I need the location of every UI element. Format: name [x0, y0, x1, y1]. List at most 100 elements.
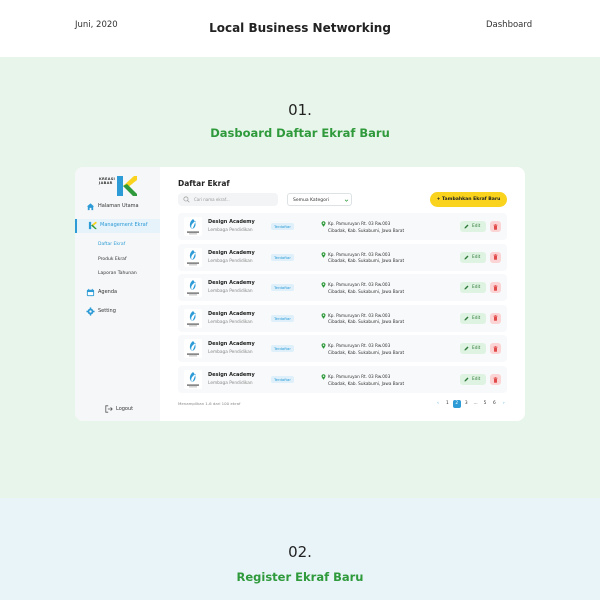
dashboard-card: KREASI JABAR Halaman Utama Management Ek…: [75, 167, 525, 421]
category-select[interactable]: Semua Kategori: [287, 193, 352, 206]
status-badge: Terdaftar: [271, 314, 294, 322]
address-line-1: Kp. Pamuruyan Rt. 03 Rw.003: [328, 251, 391, 257]
sidebar-item-label: Management Ekraf: [100, 222, 148, 228]
sidebar-item-agenda[interactable]: Agenda: [75, 286, 160, 300]
location-pin-icon: [321, 374, 326, 380]
address-line-1: Kp. Pamuruyan Rt. 03 Rw.003: [328, 282, 391, 288]
delete-button[interactable]: [490, 343, 501, 355]
table-row[interactable]: Design Academy Lembaga Pendidikan Terdafta…: [178, 335, 507, 363]
search-input[interactable]: Cari nama ekraf...: [178, 193, 278, 206]
ekraf-type: Lembaga Pendidikan: [208, 350, 253, 356]
trash-icon: [493, 346, 498, 352]
sidebar-item-label: Agenda: [98, 289, 118, 295]
sidebar-item-management-ekraf[interactable]: Management Ekraf: [75, 219, 160, 233]
pagination-page[interactable]: 2: [452, 400, 461, 408]
address-line-2: Cibadak, Kab. Sukabumi, Jawa Barat: [328, 380, 405, 386]
edit-button[interactable]: Edit: [460, 251, 486, 263]
location-pin-icon: [321, 221, 326, 227]
pagination-next[interactable]: ›: [500, 400, 508, 408]
logout-icon: [105, 405, 113, 413]
design-academy-logo: [184, 370, 202, 389]
section-2-title: Register Ekraf Baru: [236, 570, 364, 584]
main-content: Daftar Ekraf Cari nama ekraf... Semua Ka…: [160, 167, 525, 421]
delete-button[interactable]: [490, 282, 501, 294]
address-line-1: Kp. Pamuruyan Rt. 03 Rw.003: [328, 374, 391, 379]
calendar-icon: [86, 288, 95, 297]
sidebar-subitem-produk-ekraf[interactable]: Produk Ekraf: [98, 257, 127, 262]
trash-icon: [493, 254, 498, 260]
pencil-icon: [464, 224, 469, 229]
pagination-page[interactable]: 5: [481, 400, 489, 408]
table-row[interactable]: Design Academy Lembaga Pendidikan Terdafta…: [178, 274, 507, 302]
edit-label: Edit: [472, 224, 481, 229]
pagination-summary: Menampilkan 1-6 dari 100 ekraf: [178, 401, 241, 406]
dashboard-link[interactable]: Dashboard: [486, 20, 532, 30]
pencil-icon: [464, 255, 469, 260]
delete-button[interactable]: [490, 221, 501, 232]
kreasi-jabar-logo[interactable]: KREASI JABAR: [99, 175, 137, 197]
ekraf-type: Lembaga Pendidikan: [208, 381, 253, 386]
address-line-2: Cibadak, Kab. Sukabumi, Jawa Barat: [328, 319, 405, 325]
table-row[interactable]: Design Academy Lembaga Pendidikan Terdafta…: [178, 243, 507, 271]
status-badge: Terdaftar: [271, 376, 294, 383]
logo-text: KREASI JABAR: [99, 177, 116, 186]
pagination-page: ...: [473, 401, 478, 406]
add-ekraf-button[interactable]: + Tambahkan Ekraf Baru: [430, 192, 507, 207]
ekraf-type: Lembaga Pendidikan: [208, 228, 253, 233]
design-academy-logo: [184, 247, 202, 267]
ekraf-name: Design Academy: [208, 310, 255, 317]
trash-icon: [493, 223, 498, 230]
location-pin-icon: [321, 313, 326, 319]
status-badge: Terdaftar: [271, 345, 294, 353]
sidebar: KREASI JABAR Halaman Utama Management Ek…: [75, 167, 160, 421]
pagination-page[interactable]: 1: [443, 400, 451, 408]
edit-label: Edit: [472, 377, 481, 382]
location-pin-icon: [321, 282, 326, 288]
trash-icon: [493, 284, 498, 291]
home-icon: [86, 203, 95, 211]
edit-button[interactable]: Edit: [460, 221, 486, 232]
pagination-page[interactable]: 6: [490, 400, 498, 408]
sidebar-item-setting[interactable]: Setting: [75, 305, 160, 319]
status-badge: Terdaftar: [271, 253, 294, 261]
ekraf-name: Design Academy: [208, 219, 255, 225]
design-academy-logo: [184, 217, 202, 236]
location-pin-icon: [321, 343, 326, 350]
address-line-2: Cibadak, Kab. Sukabumi, Jawa Barat: [328, 227, 405, 233]
pagination-page[interactable]: 3: [462, 400, 470, 408]
edit-label: Edit: [472, 285, 481, 291]
address-line-2: Cibadak, Kab. Sukabumi, Jawa Barat: [328, 258, 405, 264]
logout-label: Logout: [116, 406, 134, 412]
sidebar-subitem-laporan-tahunan[interactable]: Laporan Tahunan: [98, 271, 137, 276]
page-title: Daftar Ekraf: [178, 179, 230, 188]
pencil-icon: [464, 285, 469, 290]
ekraf-name: Design Academy: [208, 280, 255, 287]
address-line-2: Cibadak, Kab. Sukabumi, Jawa Barat: [328, 288, 405, 294]
table-row[interactable]: Design Academy Lembaga Pendidikan Terdafta…: [178, 213, 507, 240]
table-row[interactable]: Design Academy Lembaga Pendidikan Terdafta…: [178, 366, 507, 393]
search-placeholder: Cari nama ekraf...: [194, 197, 230, 202]
edit-button[interactable]: Edit: [460, 343, 486, 355]
edit-button[interactable]: Edit: [460, 312, 486, 324]
address-line-2: Cibadak, Kab. Sukabumi, Jawa Barat: [328, 349, 405, 355]
pencil-icon: [464, 316, 469, 321]
design-academy-logo: [184, 339, 202, 359]
location-pin-icon: [321, 251, 326, 258]
edit-button[interactable]: Edit: [460, 374, 486, 385]
edit-label: Edit: [472, 315, 481, 321]
sidebar-subitem-daftar-ekraf[interactable]: Daftar Ekraf: [98, 242, 125, 247]
delete-button[interactable]: [490, 251, 501, 263]
top-header: Juni, 2020 Local Business Networking Das…: [0, 0, 600, 57]
table-row[interactable]: Design Academy Lembaga Pendidikan Terdafta…: [178, 304, 507, 332]
pencil-icon: [464, 377, 469, 382]
pagination-prev[interactable]: ‹: [434, 400, 442, 408]
edit-button[interactable]: Edit: [460, 282, 486, 294]
edit-label: Edit: [472, 346, 481, 352]
delete-button[interactable]: [490, 312, 501, 324]
trash-icon: [493, 315, 498, 322]
sidebar-item-halaman-utama[interactable]: Halaman Utama: [75, 200, 160, 214]
k-logo-icon: [88, 221, 97, 230]
section-2-number: 02.: [288, 543, 312, 561]
delete-button[interactable]: [490, 374, 501, 385]
address-line-1: Kp. Pamuruyan Rt. 03 Rw.003: [328, 221, 391, 226]
